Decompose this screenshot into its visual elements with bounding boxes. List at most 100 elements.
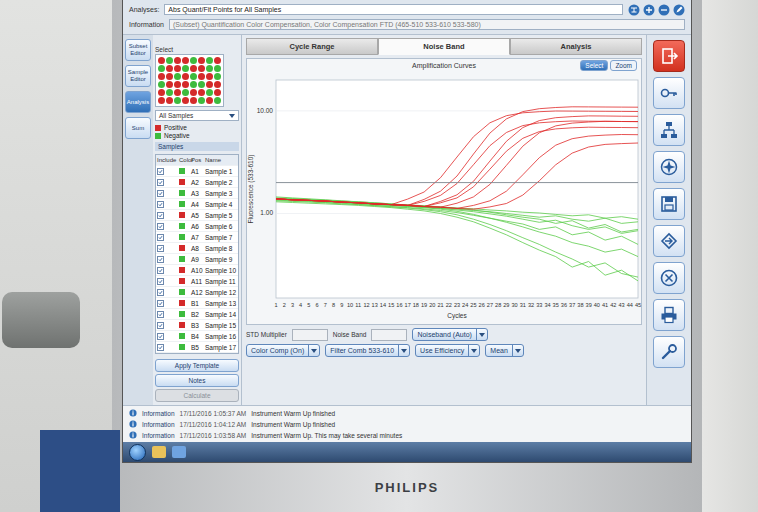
table-row[interactable]: A8Sample 8	[156, 243, 238, 254]
amplification-curve[interactable]	[276, 135, 638, 209]
nav-button[interactable]: Analysis	[125, 91, 151, 113]
include-checkbox[interactable]	[157, 278, 164, 285]
plate-well[interactable]	[198, 73, 205, 80]
amplification-curve[interactable]	[276, 201, 638, 277]
plate-well[interactable]	[206, 73, 213, 80]
plate-well[interactable]	[166, 81, 173, 88]
amplification-curve[interactable]	[276, 127, 638, 206]
view-button[interactable]: Select	[580, 60, 608, 71]
tree-button[interactable]	[653, 114, 685, 146]
table-row[interactable]: A6Sample 6	[156, 221, 238, 232]
plate-well[interactable]	[166, 89, 173, 96]
analysis-select[interactable]: Abs Quant/Fit Points for All Samples	[164, 4, 623, 15]
tab[interactable]: Noise Band	[378, 38, 510, 55]
view-button[interactable]: Zoom	[610, 60, 637, 71]
plate-well[interactable]	[206, 89, 213, 96]
include-checkbox[interactable]	[157, 267, 164, 274]
include-checkbox[interactable]	[157, 168, 164, 175]
include-checkbox[interactable]	[157, 344, 164, 351]
print-button[interactable]	[653, 299, 685, 331]
save-button[interactable]	[653, 188, 685, 220]
plate-well[interactable]	[158, 57, 165, 64]
plate-well[interactable]	[214, 57, 221, 64]
tab[interactable]: Cycle Range	[246, 38, 378, 55]
include-checkbox[interactable]	[157, 311, 164, 318]
plate-well[interactable]	[182, 57, 189, 64]
plate-well[interactable]	[158, 89, 165, 96]
include-checkbox[interactable]	[157, 289, 164, 296]
explorer-icon[interactable]	[152, 446, 166, 458]
pencil-icon[interactable]	[673, 4, 685, 16]
minus-icon[interactable]	[658, 4, 670, 16]
plate-well[interactable]	[206, 97, 213, 104]
plate-well[interactable]	[182, 73, 189, 80]
plate-well[interactable]	[174, 57, 181, 64]
plate-well[interactable]	[174, 97, 181, 104]
cancel-button[interactable]	[653, 262, 685, 294]
option-dropdown[interactable]: Mean	[485, 344, 524, 357]
plate-well[interactable]	[198, 97, 205, 104]
noiseband-dropdown[interactable]: Noiseband (Auto)	[412, 328, 487, 341]
amplification-curve[interactable]	[276, 121, 638, 207]
start-button[interactable]	[129, 444, 146, 461]
action-button[interactable]: Calculate	[155, 389, 239, 402]
action-button[interactable]: Notes	[155, 374, 239, 387]
amplification-curve[interactable]	[276, 202, 638, 281]
amplification-curve[interactable]	[276, 121, 638, 205]
option-dropdown[interactable]: Color Comp (On)	[246, 344, 320, 357]
plate-well[interactable]	[198, 89, 205, 96]
plate-well[interactable]	[206, 57, 213, 64]
amplification-curve[interactable]	[276, 200, 638, 244]
include-checkbox[interactable]	[157, 179, 164, 186]
exit-button[interactable]	[653, 40, 685, 72]
plate-well[interactable]	[190, 65, 197, 72]
nav-button[interactable]: Subset Editor	[125, 39, 151, 61]
plate-well[interactable]	[174, 73, 181, 80]
noise-band-field[interactable]	[371, 329, 407, 341]
table-row[interactable]: A12Sample 12	[156, 287, 238, 298]
plate-well[interactable]	[174, 89, 181, 96]
option-dropdown[interactable]: Filter Comb 533-610	[325, 344, 410, 357]
std-multiplier-field[interactable]	[292, 329, 328, 341]
filter-select[interactable]: All Samples	[155, 110, 239, 121]
amplification-curve[interactable]	[276, 111, 638, 205]
amplification-curve[interactable]	[276, 107, 638, 206]
table-row[interactable]: A3Sample 3	[156, 188, 238, 199]
include-checkbox[interactable]	[157, 190, 164, 197]
table-row[interactable]: B1Sample 13	[156, 298, 238, 309]
table-row[interactable]: B4Sample 16	[156, 331, 238, 342]
plate-well[interactable]	[190, 81, 197, 88]
nav-button[interactable]: Sample Editor	[125, 65, 151, 87]
plate-well[interactable]	[214, 65, 221, 72]
plate-well[interactable]	[198, 65, 205, 72]
plate-well[interactable]	[158, 65, 165, 72]
table-row[interactable]: A1Sample 1	[156, 166, 238, 177]
plate-well[interactable]	[182, 97, 189, 104]
include-checkbox[interactable]	[157, 223, 164, 230]
action-button[interactable]: Apply Template	[155, 359, 239, 372]
amplification-curve[interactable]	[276, 116, 638, 207]
plate-well[interactable]	[158, 81, 165, 88]
tab[interactable]: Analysis	[510, 38, 642, 55]
table-row[interactable]: A2Sample 2	[156, 177, 238, 188]
include-checkbox[interactable]	[157, 234, 164, 241]
table-row[interactable]: A5Sample 5	[156, 210, 238, 221]
include-checkbox[interactable]	[157, 300, 164, 307]
plate-well[interactable]	[190, 57, 197, 64]
table-row[interactable]: A11Sample 11	[156, 276, 238, 287]
app-icon[interactable]	[172, 446, 186, 458]
plate-well[interactable]	[190, 97, 197, 104]
amplification-chart[interactable]: 10.001.00Fluorescence (533-610)123456789…	[244, 72, 644, 324]
table-row[interactable]: A7Sample 7	[156, 232, 238, 243]
plate-well[interactable]	[158, 73, 165, 80]
export-button[interactable]	[653, 225, 685, 257]
plate-well[interactable]	[198, 57, 205, 64]
tools-button[interactable]	[653, 336, 685, 368]
plate-well[interactable]	[182, 81, 189, 88]
plate-well[interactable]	[166, 65, 173, 72]
plate-well[interactable]	[206, 65, 213, 72]
plate-well[interactable]	[182, 65, 189, 72]
plate-well[interactable]	[174, 65, 181, 72]
plate-well[interactable]	[174, 81, 181, 88]
amplification-curve[interactable]	[276, 199, 638, 223]
